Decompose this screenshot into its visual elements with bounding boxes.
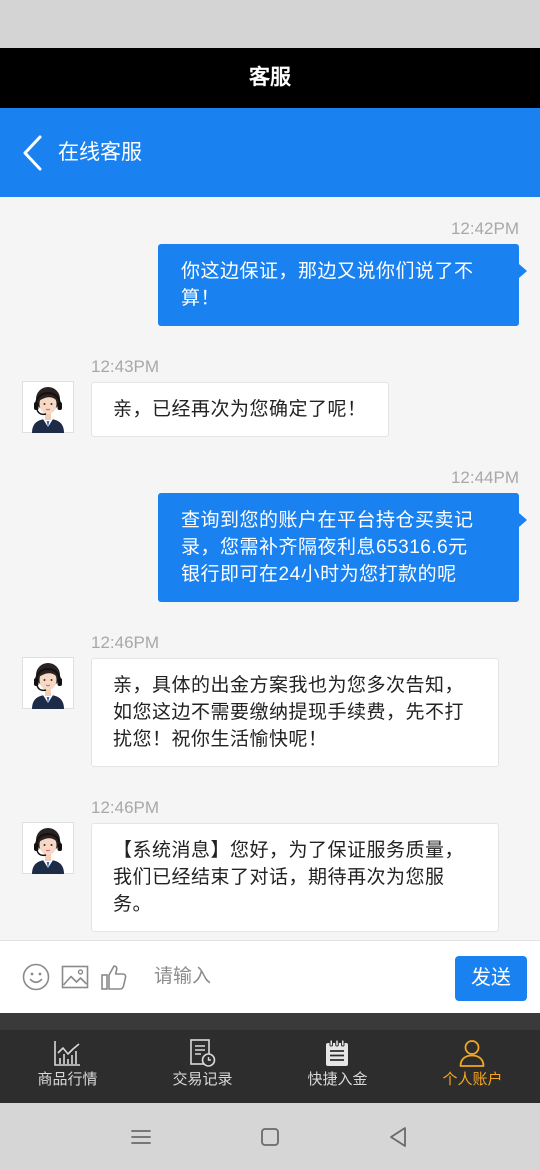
message-timestamp: 12:46PM — [91, 798, 160, 817]
nav-label: 交易记录 — [172, 1071, 233, 1088]
image-button[interactable] — [61, 963, 89, 991]
agent-message-bubble: 亲，具体的出金方案我也为您多次告知，如您这边不需要缴纳提现手续费，先不打扰您！祝… — [91, 658, 499, 767]
agent-message-bubble: 亲，已经再次为您确定了呢！ — [91, 382, 389, 437]
app-title: 客服 — [249, 66, 291, 89]
agent-avatar — [22, 381, 74, 433]
image-icon — [61, 965, 89, 989]
agent-avatar — [22, 657, 74, 709]
back-icon — [390, 1127, 406, 1147]
system-home-button[interactable] — [257, 1124, 283, 1150]
account-icon — [459, 1040, 485, 1067]
title-bar: 客服 — [0, 48, 540, 108]
message-timestamp: 12:46PM — [91, 633, 160, 652]
message-row-agent: 12:46PM 亲，具体的出金方案我也为您多次告知，如您这边不需要缴纳提现手续费… — [0, 634, 540, 767]
bottom-nav: 商品行情 交易记录 快捷入金 个人账户 — [0, 1013, 540, 1103]
nav-item-account[interactable]: 个人账户 — [405, 1013, 540, 1103]
nav-item-market[interactable]: 商品行情 — [0, 1013, 135, 1103]
like-button[interactable] — [100, 963, 128, 991]
nav-label: 个人账户 — [442, 1071, 503, 1088]
thumbs-up-icon — [101, 965, 127, 990]
user-message-bubble: 你这边保证，那边又说你们说了不算！ — [158, 244, 527, 326]
message-timestamp: 12:42PM — [450, 219, 519, 238]
agent-avatar — [22, 822, 74, 874]
smiley-icon — [22, 963, 50, 991]
message-row-user: 12:44PM 查询到您的账户在平台持仓买卖记录，您需补齐隔夜利息65316.6… — [0, 469, 540, 602]
message-input[interactable] — [150, 959, 440, 995]
message-row-system: 12:46PM 【系统消息】您好，为了保证服务质量，我们已经结束了对话，期待再次… — [0, 799, 540, 932]
system-menu-button[interactable] — [128, 1124, 154, 1150]
nav-label: 商品行情 — [37, 1071, 98, 1088]
status-bar — [0, 0, 540, 48]
send-button[interactable]: 发送 — [455, 956, 527, 1001]
back-button[interactable] — [18, 134, 48, 172]
chat-messages[interactable]: 12:42PM 你这边保证，那边又说你们说了不算！ 12:43PM 亲，已经再次… — [0, 197, 540, 940]
header-title: 在线客服 — [58, 141, 142, 164]
chat-header: 在线客服 — [0, 108, 540, 197]
system-nav-bar — [0, 1103, 540, 1170]
emoji-button[interactable] — [22, 963, 50, 991]
nav-label: 快捷入金 — [307, 1071, 368, 1088]
nav-item-trade-records[interactable]: 交易记录 — [135, 1013, 270, 1103]
message-timestamp: 12:44PM — [450, 468, 519, 487]
message-timestamp: 12:43PM — [91, 357, 160, 376]
user-message-bubble: 查询到您的账户在平台持仓买卖记录，您需补齐隔夜利息65316.6元银行即可在24… — [158, 493, 527, 602]
trade-record-icon — [190, 1039, 216, 1067]
market-chart-icon — [54, 1041, 80, 1066]
chevron-left-icon — [23, 135, 42, 171]
nav-item-quick-deposit[interactable]: 快捷入金 — [270, 1013, 405, 1103]
message-row-user: 12:42PM 你这边保证，那边又说你们说了不算！ — [0, 220, 540, 326]
menu-icon — [131, 1130, 151, 1144]
message-input-bar: 发送 — [0, 940, 540, 1013]
quick-deposit-icon — [326, 1039, 348, 1066]
system-message-bubble: 【系统消息】您好，为了保证服务质量，我们已经结束了对话，期待再次为您服务。 — [91, 823, 499, 932]
home-icon — [261, 1128, 279, 1146]
system-back-button[interactable] — [385, 1124, 411, 1150]
message-row-agent: 12:43PM 亲，已经再次为您确定了呢！ — [0, 358, 540, 437]
